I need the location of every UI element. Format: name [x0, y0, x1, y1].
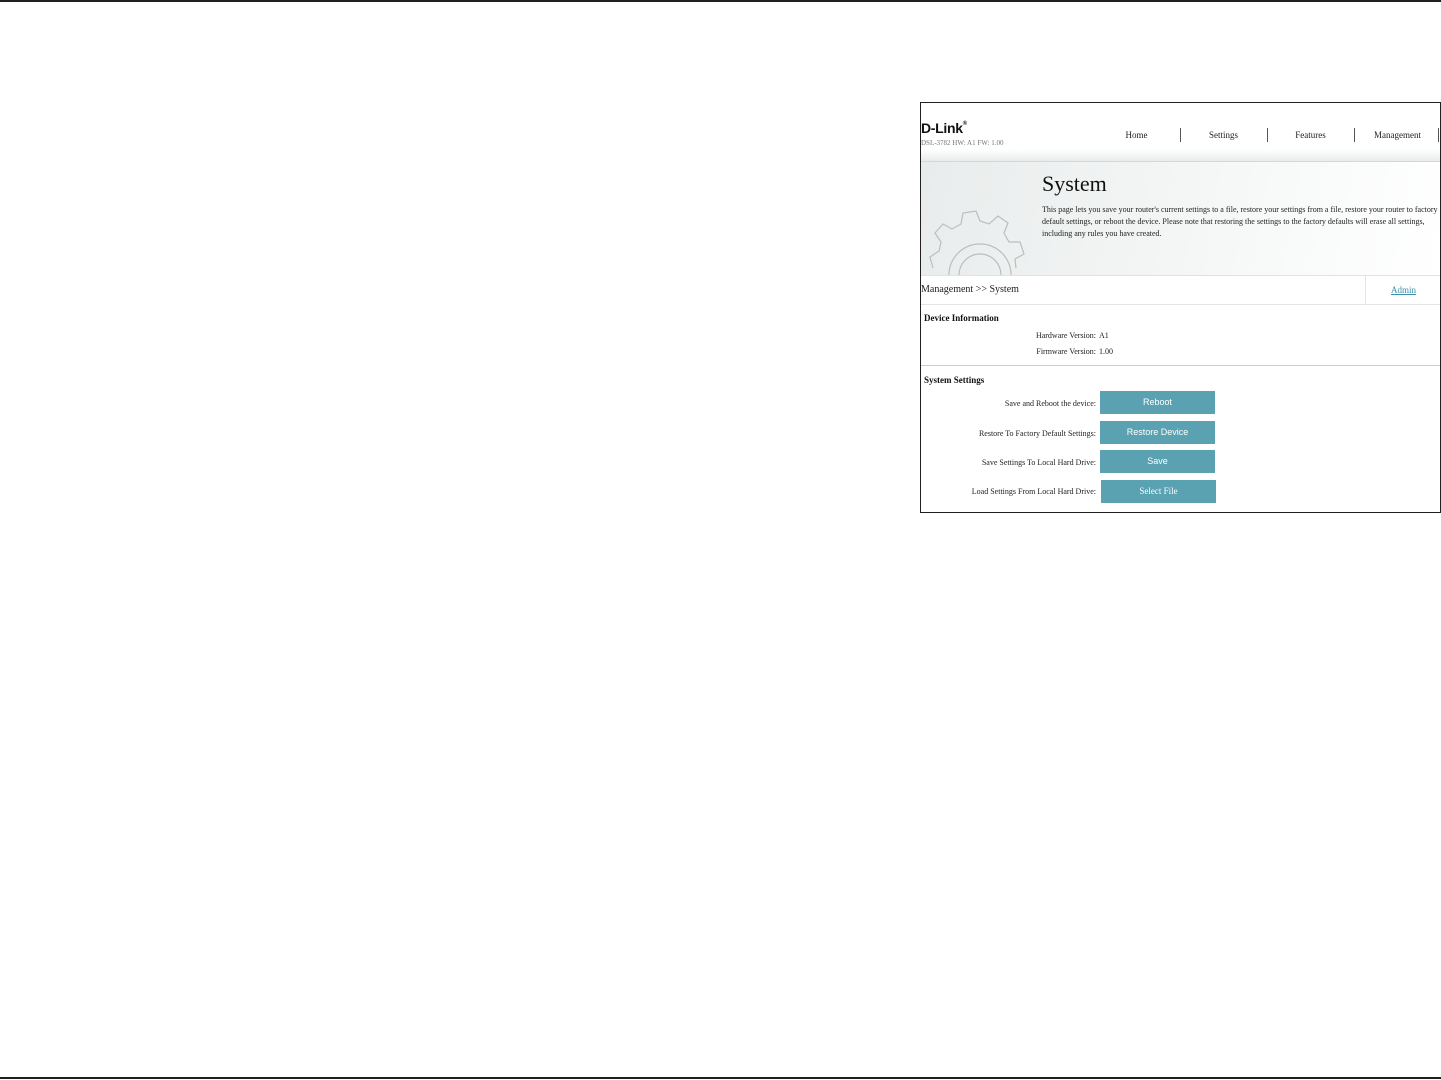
breadcrumb: Management >> System	[921, 284, 1019, 295]
page-description: This page lets you save your router's cu…	[1042, 205, 1438, 238]
main-nav: Home Settings Features Management	[1093, 127, 1440, 143]
save-settings-label: Save Settings To Local Hard Drive:	[981, 458, 1096, 467]
nav-settings[interactable]: Settings	[1180, 127, 1267, 143]
admin-link[interactable]: Admin	[1366, 285, 1440, 295]
gear-icon	[929, 210, 1025, 275]
nav-home[interactable]: Home	[1093, 127, 1180, 143]
device-information-title: Device Information	[924, 313, 999, 323]
page-banner: System This page lets you save your rout…	[921, 162, 1440, 276]
breadcrumb-bar: Management >> System Admin	[921, 276, 1440, 305]
model-info: DSL-3782 HW: A1 FW: 1.00	[921, 139, 1004, 147]
page-bottom-rule	[0, 1077, 1441, 1079]
admin-box: Admin	[1365, 276, 1440, 304]
page-top-rule	[0, 0, 1441, 2]
nav-separator	[1438, 128, 1439, 142]
hardware-version-label: Hardware Version:	[1035, 331, 1096, 340]
firmware-version-value: 1.00	[1099, 347, 1113, 356]
system-settings-title: System Settings	[924, 375, 985, 385]
hardware-version-value: A1	[1099, 331, 1109, 340]
firmware-version-label: Firmware Version:	[1036, 347, 1096, 356]
load-settings-label: Load Settings From Local Hard Drive:	[971, 487, 1096, 496]
reboot-button[interactable]: Reboot	[1100, 391, 1215, 414]
save-button[interactable]: Save	[1100, 450, 1215, 473]
reboot-label: Save and Reboot the device:	[1004, 399, 1096, 408]
restore-device-button[interactable]: Restore Device	[1100, 421, 1215, 444]
nav-features[interactable]: Features	[1267, 127, 1354, 143]
select-file-button[interactable]: Select File	[1101, 480, 1216, 503]
header: D-Link® DSL-3782 HW: A1 FW: 1.00 Home Se…	[921, 103, 1440, 162]
nav-management[interactable]: Management	[1354, 127, 1440, 143]
page-title: System	[1042, 171, 1107, 196]
restore-label: Restore To Factory Default Settings:	[978, 429, 1096, 438]
router-screenshot: D-Link® DSL-3782 HW: A1 FW: 1.00 Home Se…	[920, 102, 1441, 513]
dlink-logo: D-Link®	[921, 120, 967, 136]
section-divider	[921, 365, 1440, 366]
